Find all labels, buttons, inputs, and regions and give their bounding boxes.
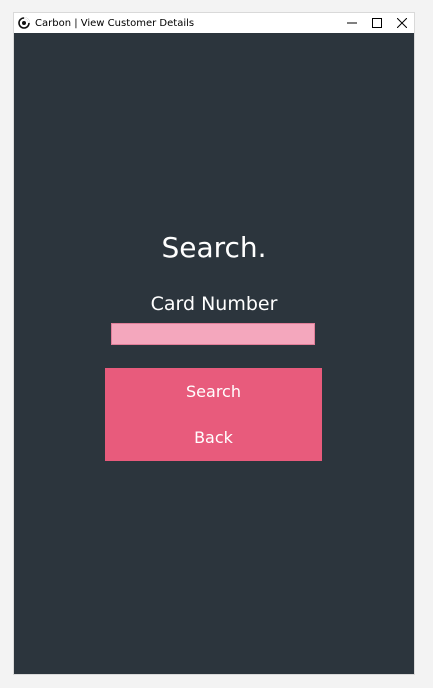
search-button[interactable]: Search (105, 368, 322, 414)
back-button[interactable]: Back (105, 414, 322, 460)
app-window: Carbon | View Customer Details Search. C… (14, 13, 414, 674)
card-number-input[interactable] (111, 323, 315, 345)
window-title: Carbon | View Customer Details (35, 17, 195, 29)
window-controls (339, 13, 414, 33)
card-number-label: Card Number (150, 293, 278, 315)
maximize-icon[interactable] (364, 13, 389, 33)
carbon-app-icon (18, 17, 30, 29)
action-button-panel: Search Back (105, 368, 322, 461)
close-icon[interactable] (389, 13, 414, 33)
page-title: Search. (161, 231, 267, 264)
minimize-icon[interactable] (339, 13, 364, 33)
title-bar[interactable]: Carbon | View Customer Details (14, 13, 414, 33)
